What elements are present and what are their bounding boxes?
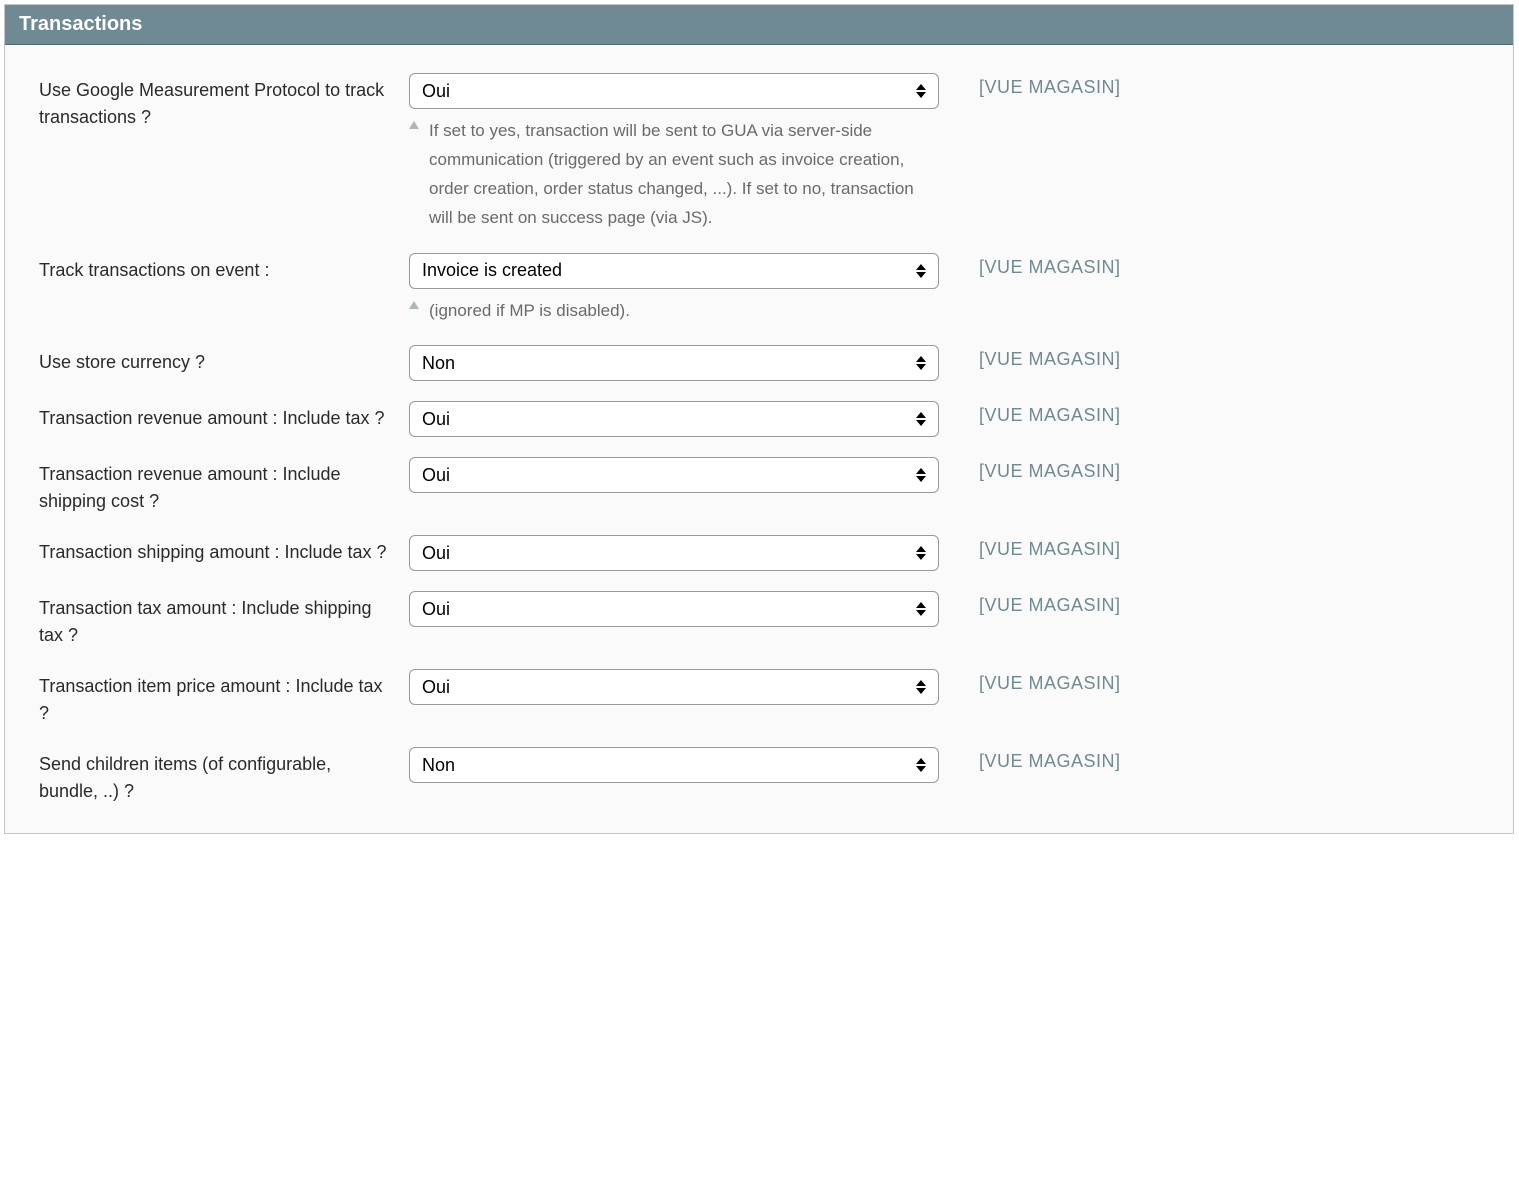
select-value: Oui xyxy=(422,599,450,620)
scope-label: [VUE MAGASIN] xyxy=(939,747,1121,772)
select-arrows-icon xyxy=(916,356,926,370)
field-label: Transaction tax amount : Include shippin… xyxy=(39,591,409,649)
track-event-select[interactable]: Invoice is created xyxy=(409,253,939,289)
field-shipping-include-tax: Transaction shipping amount : Include ta… xyxy=(39,535,1479,571)
scope-label: [VUE MAGASIN] xyxy=(939,669,1121,694)
select-value: Invoice is created xyxy=(422,260,562,281)
use-store-currency-select[interactable]: Non xyxy=(409,345,939,381)
scope-label: [VUE MAGASIN] xyxy=(939,345,1121,370)
scope-label: [VUE MAGASIN] xyxy=(939,73,1121,98)
field-label: Transaction revenue amount : Include shi… xyxy=(39,457,409,515)
select-arrows-icon xyxy=(916,264,926,278)
field-send-children: Send children items (of configurable, bu… xyxy=(39,747,1479,805)
field-help: If set to yes, transaction will be sent … xyxy=(409,117,939,233)
scope-label: [VUE MAGASIN] xyxy=(939,457,1121,482)
send-children-select[interactable]: Non xyxy=(409,747,939,783)
select-arrows-icon xyxy=(916,602,926,616)
field-use-mp: Use Google Measurement Protocol to track… xyxy=(39,73,1479,233)
revenue-include-tax-select[interactable]: Oui xyxy=(409,401,939,437)
select-arrows-icon xyxy=(916,758,926,772)
field-use-store-currency: Use store currency ? Non [VUE MAGASIN] xyxy=(39,345,1479,381)
field-label: Send children items (of configurable, bu… xyxy=(39,747,409,805)
select-value: Oui xyxy=(422,81,450,102)
scope-label: [VUE MAGASIN] xyxy=(939,591,1121,616)
field-revenue-include-tax: Transaction revenue amount : Include tax… xyxy=(39,401,1479,437)
scope-label: [VUE MAGASIN] xyxy=(939,401,1121,426)
transactions-panel: Transactions Use Google Measurement Prot… xyxy=(4,4,1514,834)
select-arrows-icon xyxy=(916,468,926,482)
use-mp-select[interactable]: Oui xyxy=(409,73,939,109)
field-label: Transaction item price amount : Include … xyxy=(39,669,409,727)
tax-include-shipping-tax-select[interactable]: Oui xyxy=(409,591,939,627)
field-track-event: Track transactions on event : Invoice is… xyxy=(39,253,1479,326)
panel-title: Transactions xyxy=(5,5,1513,45)
scope-label: [VUE MAGASIN] xyxy=(939,535,1121,560)
select-value: Oui xyxy=(422,543,450,564)
select-arrows-icon xyxy=(916,412,926,426)
select-arrows-icon xyxy=(916,84,926,98)
select-value: Oui xyxy=(422,409,450,430)
field-label: Transaction shipping amount : Include ta… xyxy=(39,535,409,566)
select-arrows-icon xyxy=(916,546,926,560)
item-price-include-tax-select[interactable]: Oui xyxy=(409,669,939,705)
field-help: (ignored if MP is disabled). xyxy=(409,297,939,326)
field-label: Track transactions on event : xyxy=(39,253,409,284)
triangle-up-icon xyxy=(409,121,419,129)
field-label: Use store currency ? xyxy=(39,345,409,376)
triangle-up-icon xyxy=(409,301,419,309)
select-value: Non xyxy=(422,353,455,374)
field-label: Transaction revenue amount : Include tax… xyxy=(39,401,409,432)
field-label: Use Google Measurement Protocol to track… xyxy=(39,73,409,131)
shipping-include-tax-select[interactable]: Oui xyxy=(409,535,939,571)
select-value: Non xyxy=(422,755,455,776)
select-arrows-icon xyxy=(916,680,926,694)
scope-label: [VUE MAGASIN] xyxy=(939,253,1121,278)
revenue-include-shipping-select[interactable]: Oui xyxy=(409,457,939,493)
field-revenue-include-shipping: Transaction revenue amount : Include shi… xyxy=(39,457,1479,515)
field-tax-include-shipping-tax: Transaction tax amount : Include shippin… xyxy=(39,591,1479,649)
select-value: Oui xyxy=(422,465,450,486)
field-item-price-include-tax: Transaction item price amount : Include … xyxy=(39,669,1479,727)
panel-body: Use Google Measurement Protocol to track… xyxy=(5,45,1513,833)
select-value: Oui xyxy=(422,677,450,698)
